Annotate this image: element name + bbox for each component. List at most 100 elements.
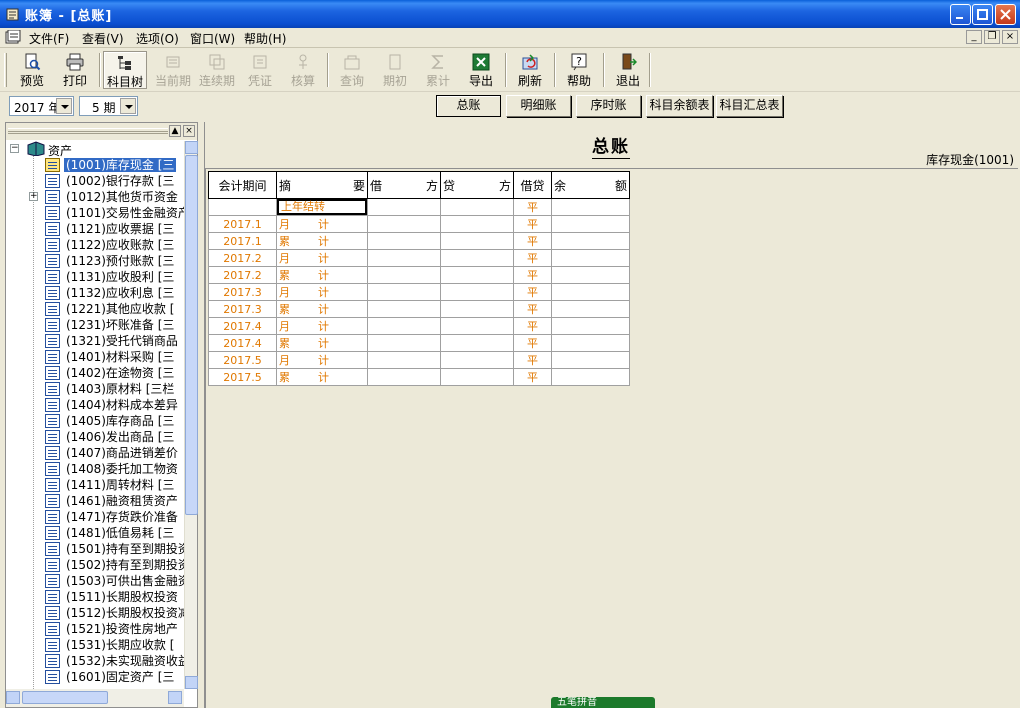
cell-debit[interactable] (367, 300, 441, 318)
cell-summary[interactable]: 累计 (276, 300, 368, 318)
query-button[interactable]: 查询 (330, 51, 374, 89)
cell-summary[interactable]: 月计 (276, 351, 368, 369)
tree-item[interactable]: (1001)库存现金 [三 (6, 157, 184, 173)
cell-debit[interactable] (367, 232, 441, 250)
cell-period[interactable]: 2017.3 (208, 283, 277, 301)
cell-summary[interactable]: 月计 (276, 215, 368, 233)
table-row[interactable]: 2017.1 月计 平 (208, 215, 630, 233)
tree-item[interactable]: (1403)原材料 [三栏 (6, 381, 184, 397)
menu-options[interactable]: 选项(O) (136, 30, 179, 47)
general-ledger-button[interactable]: 总账 (436, 95, 501, 117)
cell-debit[interactable] (367, 283, 441, 301)
tree-item[interactable]: (1404)材料成本差异 (6, 397, 184, 413)
cell-period[interactable]: 2017.2 (208, 266, 277, 284)
cell-balance[interactable] (551, 198, 630, 216)
cell-credit[interactable] (440, 283, 514, 301)
cell-credit[interactable] (440, 317, 514, 335)
cell-summary[interactable]: 累计 (276, 232, 368, 250)
table-row[interactable]: 2017.4 累计 平 (208, 334, 630, 352)
tree-item[interactable]: (1512)长期股权投资减 (6, 605, 184, 621)
tree-item[interactable]: (1521)投资性房地产 (6, 621, 184, 637)
exit-button[interactable]: 退出 (606, 51, 650, 89)
cell-direction[interactable]: 平 (513, 334, 552, 352)
cell-balance[interactable] (551, 283, 630, 301)
cell-summary[interactable]: 累计 (276, 334, 368, 352)
cell-credit[interactable] (440, 232, 514, 250)
period-select[interactable]: 5 期 (79, 96, 138, 116)
ime-status-bar[interactable]: 五笔拼音 (551, 697, 655, 708)
cell-summary[interactable]: 累计 (276, 368, 368, 386)
refresh-button[interactable]: 刷新 (508, 51, 552, 89)
cell-credit[interactable] (440, 368, 514, 386)
tree-item[interactable]: (1231)坏账准备 [三 (6, 317, 184, 333)
tree-item[interactable]: (1131)应收股利 [三 (6, 269, 184, 285)
print-button[interactable]: 打印 (53, 51, 97, 89)
tree-item[interactable]: (1501)持有至到期投资 (6, 541, 184, 557)
tree-item[interactable]: (1481)低值易耗 [三 (6, 525, 184, 541)
cell-period[interactable]: 2017.2 (208, 249, 277, 267)
cell-balance[interactable] (551, 300, 630, 318)
table-row[interactable]: 2017.3 月计 平 (208, 283, 630, 301)
cell-credit[interactable] (440, 300, 514, 318)
menu-help[interactable]: 帮助(H) (244, 30, 286, 47)
cell-debit[interactable] (367, 317, 441, 335)
scroll-left-arrow[interactable] (6, 691, 20, 704)
tree-item[interactable]: (1471)存货跌价准备 (6, 509, 184, 525)
tree-item[interactable]: (1012)其他货币资金 + (6, 189, 184, 205)
maximize-button[interactable] (972, 4, 993, 25)
table-row[interactable]: 2017.2 月计 平 (208, 249, 630, 267)
tree-item[interactable]: (1531)长期应收款 [ (6, 637, 184, 653)
close-button[interactable] (995, 4, 1016, 25)
mdi-close-button[interactable]: × (1002, 30, 1018, 44)
chevron-down-icon[interactable] (120, 98, 136, 114)
tree-horizontal-scrollbar[interactable] (6, 689, 184, 707)
current-period-button[interactable]: 当前期 (151, 51, 195, 89)
table-row[interactable]: 2017.1 累计 平 (208, 232, 630, 250)
voucher-button[interactable]: 凭证 (238, 51, 282, 89)
table-row[interactable]: 2017.3 累计 平 (208, 300, 630, 318)
cell-balance[interactable] (551, 334, 630, 352)
active-cell-editor[interactable]: 上年结转 (277, 199, 367, 215)
cell-credit[interactable] (440, 351, 514, 369)
cell-period[interactable]: 2017.1 (208, 232, 277, 250)
cell-credit[interactable] (440, 198, 514, 216)
table-row[interactable]: 2017.5 累计 平 (208, 368, 630, 386)
tree-item[interactable]: (1411)周转材料 [三 (6, 477, 184, 493)
cell-summary[interactable]: 上年结转 (276, 198, 368, 216)
table-row[interactable]: 2017.2 累计 平 (208, 266, 630, 284)
tree-item[interactable]: (1101)交易性金融资产 (6, 205, 184, 221)
subject-summary-button[interactable]: 科目汇总表 (716, 95, 783, 117)
mdi-restore-button[interactable]: ❐ (984, 30, 1000, 44)
cell-debit[interactable] (367, 215, 441, 233)
menu-window[interactable]: 窗口(W) (190, 30, 235, 47)
tree-item[interactable]: (1121)应收票据 [三 (6, 221, 184, 237)
cell-credit[interactable] (440, 215, 514, 233)
tree-item[interactable]: (1002)银行存款 [三 (6, 173, 184, 189)
cell-direction[interactable]: 平 (513, 198, 552, 216)
continuous-period-button[interactable]: 连续期 (195, 51, 239, 89)
table-row[interactable]: 2017.4 月计 平 (208, 317, 630, 335)
cell-summary[interactable]: 月计 (276, 249, 368, 267)
cell-debit[interactable] (367, 334, 441, 352)
pane-collapse-button[interactable]: ▲ (169, 125, 181, 137)
cell-summary[interactable]: 月计 (276, 283, 368, 301)
scroll-thumb[interactable] (22, 691, 108, 704)
subject-tree-button[interactable]: 科目树 (103, 51, 147, 89)
help-button[interactable]: ? 帮助 (557, 51, 601, 89)
tree-item[interactable]: (1406)发出商品 [三 (6, 429, 184, 445)
tree-item[interactable]: (1503)可供出售金融资 (6, 573, 184, 589)
scroll-right-arrow[interactable] (168, 691, 182, 704)
cell-balance[interactable] (551, 368, 630, 386)
tree-item[interactable]: (1123)预付账款 [三 (6, 253, 184, 269)
tree-item[interactable]: (1601)固定资产 [三 (6, 669, 184, 685)
subject-balance-button[interactable]: 科目余额表 (646, 95, 713, 117)
cumulative-button[interactable]: 累计 (416, 51, 460, 89)
cell-direction[interactable]: 平 (513, 317, 552, 335)
tree-item[interactable]: (1132)应收利息 [三 (6, 285, 184, 301)
tree-item[interactable]: (1532)未实现融资收益 (6, 653, 184, 669)
cell-balance[interactable] (551, 249, 630, 267)
cell-period[interactable] (208, 198, 277, 216)
mdi-minimize-button[interactable]: _ (966, 30, 982, 44)
cell-direction[interactable]: 平 (513, 300, 552, 318)
menu-file[interactable]: 文件(F) (29, 30, 69, 47)
